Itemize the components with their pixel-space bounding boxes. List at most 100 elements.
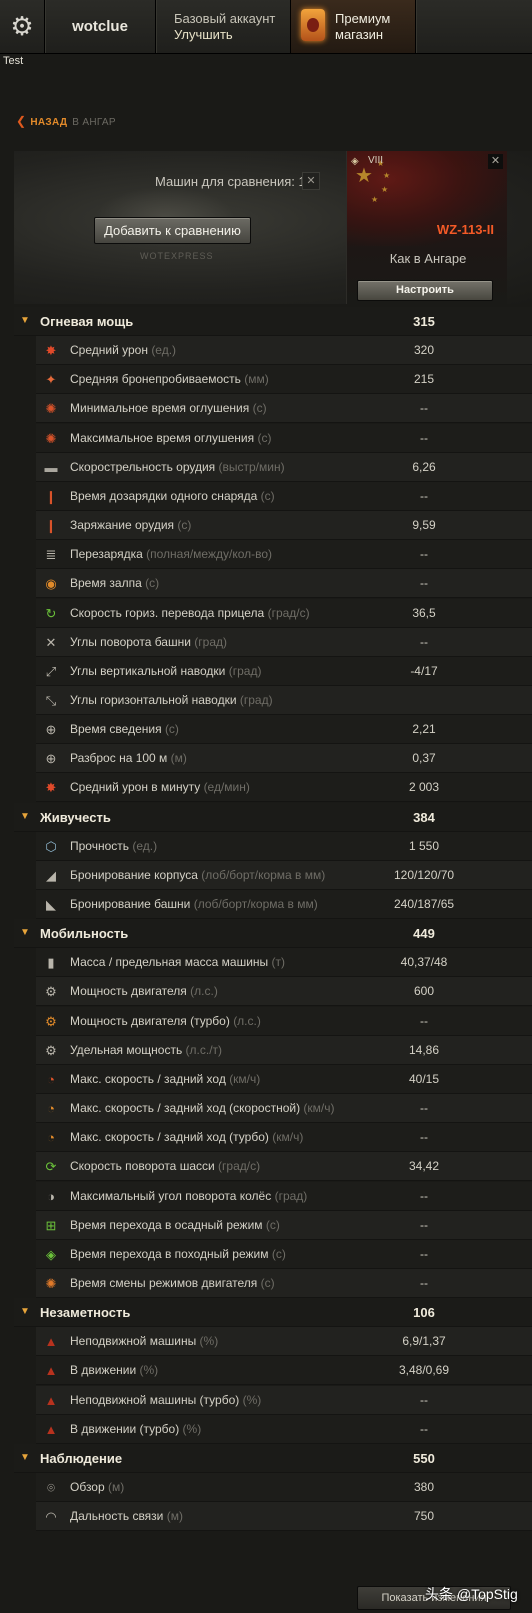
stat-label: Углы поворота башни (град) — [70, 635, 227, 649]
stat-label: Время залпа (с) — [70, 576, 159, 590]
category-label: Наблюдение — [40, 1451, 122, 1466]
damage-icon: ✸ — [45, 343, 57, 359]
back-button[interactable]: ❮ НАЗАД В АНГАР — [16, 114, 116, 128]
hull-armor-icon: ◢ — [46, 867, 56, 883]
stat-label: В движении (%) — [70, 1363, 158, 1377]
stat-label: Время смены режимов двигателя (с) — [70, 1276, 275, 1290]
configure-button[interactable]: Настроить — [357, 280, 493, 301]
premium-shop-button[interactable]: Премиум магазин — [291, 0, 416, 53]
stat-value: -- — [420, 430, 428, 445]
stat-row: ▮ Масса / предельная масса машины (т) 40,3… — [36, 948, 532, 978]
stat-value: 2 003 — [408, 780, 440, 795]
category-row[interactable]: ▼ Незаметность 106 — [14, 1298, 532, 1328]
category-row[interactable]: ▼ Мобильность 449 — [14, 919, 532, 949]
gear-icon: ⚙ — [10, 11, 34, 41]
stat-name: Неподвижной машины — [70, 1334, 197, 1349]
view-range-icon: ⌾ — [47, 1480, 55, 1495]
chevron-down-icon[interactable]: ▼ — [20, 811, 30, 822]
category-label: Незаметность — [40, 1305, 130, 1320]
stat-label: Заряжание орудия (с) — [70, 518, 191, 532]
stat-value: 320 — [413, 343, 435, 358]
stat-unit: (л.с./т) — [185, 1042, 223, 1057]
stat-value: -- — [420, 1217, 428, 1232]
stat-label: Прочность (ед.) — [70, 839, 157, 853]
stat-row: ▲ В движении (%) 3,48/0,69 — [36, 1356, 532, 1386]
stat-row: ◑ Максимальный угол поворота колёс (град)… — [36, 1181, 532, 1211]
camo-still-icon: ▲ — [44, 1334, 58, 1350]
top-bar: ⚙ wotclue Базовый аккаунт Улучшить Преми… — [0, 0, 532, 54]
stat-value: -- — [420, 1130, 428, 1145]
stat-value: 14,86 — [408, 1042, 440, 1057]
chevron-down-icon[interactable]: ▼ — [20, 1452, 30, 1463]
stat-value: 0,37 — [412, 751, 436, 766]
stat-row: ❙ Заряжание орудия (с) 9,59 — [36, 511, 532, 541]
stat-name: Средняя бронепробиваемость — [70, 372, 241, 387]
stat-row: ⊞ Время перехода в осадный режим (с) -- — [36, 1210, 532, 1240]
stat-unit: (%) — [182, 1421, 202, 1436]
stat-label: Минимальное время оглушения (с) — [70, 401, 267, 415]
radio-range-icon: ◠ — [45, 1509, 57, 1525]
stat-row: ⚙ Мощность двигателя (турбо) (л.с.) -- — [36, 1006, 532, 1036]
username[interactable]: wotclue — [45, 0, 156, 53]
stat-row: ⤡ Углы горизонтальной наводки (град) — [36, 685, 532, 715]
stat-row: ◔ Макс. скорость / задний ход (турбо) (км… — [36, 1123, 532, 1153]
category-row[interactable]: ▼ Живучесть 384 — [14, 802, 532, 832]
star-icon: ★ — [381, 185, 389, 194]
magazine-icon: ≣ — [45, 547, 57, 563]
stat-name: Бронирование башни — [70, 897, 191, 911]
account-button[interactable]: Базовый аккаунт Улучшить — [156, 0, 291, 53]
star-icon: ★ — [383, 171, 391, 180]
clear-compare-button[interactable]: ✕ — [302, 172, 320, 190]
category-row[interactable]: ▼ Наблюдение 550 — [14, 1443, 532, 1473]
stat-value: -- — [420, 401, 428, 416]
remove-tank-button[interactable]: ✕ — [488, 154, 503, 169]
stat-name: Прочность — [70, 838, 130, 853]
upgrade-link[interactable]: Улучшить — [174, 27, 233, 42]
category-row[interactable]: ▼ Огневая мощь 315 — [14, 307, 532, 336]
category-score: 384 — [413, 809, 435, 825]
add-to-compare-button[interactable]: Добавить к сравнению — [94, 217, 251, 244]
stat-name: Мобильность — [40, 926, 129, 942]
stat-row: ▲ Неподвижной машины (%) 6,9/1,37 — [36, 1327, 532, 1357]
stat-name: Разброс на 100 м — [70, 751, 168, 766]
settings-button[interactable]: ⚙ — [0, 0, 45, 53]
stat-row: ✦ Средняя бронепробиваемость (мм) 215 — [36, 365, 532, 395]
chevron-down-icon[interactable]: ▼ — [20, 315, 30, 326]
category-label: Мобильность — [40, 926, 128, 941]
stat-row: ↻ Скорость гориз. перевода прицела (град/… — [36, 598, 532, 628]
watermark-overlay: 头条 @TopStig — [425, 1586, 518, 1602]
stat-value: 1 550 — [408, 838, 440, 853]
stat-unit: (с) — [177, 518, 192, 533]
chevron-down-icon[interactable]: ▼ — [20, 927, 30, 938]
traverse-icon: ⟳ — [45, 1159, 57, 1175]
stat-unit: (с) — [271, 1246, 286, 1261]
stat-unit: (л.с.) — [233, 1013, 261, 1028]
stat-label: Максимальный угол поворота колёс (град) — [70, 1189, 307, 1203]
stat-row: ⊕ Разброс на 100 м (м) 0,37 — [36, 744, 532, 774]
stat-label: Макс. скорость / задний ход (скоростной)… — [70, 1101, 335, 1115]
stat-row: ⟳ Скорость поворота шасси (град/с) 34,42 — [36, 1152, 532, 1182]
stat-name: Скорострельность орудия — [70, 459, 216, 474]
stat-name: Наблюдение — [40, 1450, 123, 1466]
stat-unit: (мм) — [244, 372, 269, 387]
travel-mode-icon: ◈ — [46, 1246, 56, 1262]
stat-unit: (с) — [252, 401, 267, 416]
stat-unit: (ед/мин) — [203, 780, 250, 795]
stat-value: -- — [420, 1101, 428, 1116]
stat-unit: (с) — [260, 1275, 275, 1290]
rate-of-fire-icon: ▬ — [44, 459, 58, 475]
stat-name: Время перехода в осадный режим — [70, 1217, 266, 1232]
chevron-down-icon[interactable]: ▼ — [20, 1306, 30, 1317]
stat-row: ◠ Дальность связи (м) 750 — [36, 1502, 532, 1532]
stat-name: Бронирование корпуса — [70, 867, 198, 882]
engine-mode-icon: ✺ — [45, 1275, 57, 1291]
stat-row: ✸ Средний урон (ед.) 320 — [36, 336, 532, 366]
stat-unit: (с) — [260, 488, 275, 503]
stat-name: Макс. скорость / задний ход (скоростной) — [70, 1101, 301, 1116]
stat-name: Макс. скорость / задний ход — [70, 1071, 226, 1086]
stat-unit: (выстр/мин) — [218, 459, 285, 474]
stat-row: ⊕ Время сведения (с) 2,21 — [36, 715, 532, 745]
compare-count: Машин для сравнения: 1 — [155, 174, 306, 189]
heavy-tank-class-icon: ◈ — [351, 156, 359, 167]
stat-value: 2,21 — [412, 722, 436, 737]
